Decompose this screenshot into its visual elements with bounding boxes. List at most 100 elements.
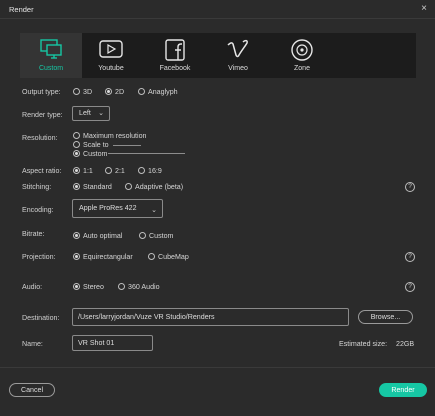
radio-circle (118, 283, 125, 290)
radio-label: Standard (83, 183, 112, 191)
preset-label: Youtube (98, 65, 124, 72)
radio-circle (73, 150, 80, 157)
output-type-label: Output type: (22, 88, 61, 96)
preset-facebook[interactable]: Facebook (144, 33, 206, 78)
radio-label: 2D (115, 88, 125, 96)
help-icon[interactable]: ? (405, 252, 415, 262)
radio-label: Auto optimal (83, 232, 123, 240)
radio-circle (148, 253, 155, 260)
encoding-select[interactable]: Apple ProRes 422 ⌄ (72, 199, 163, 218)
chevron-down-icon: ⌄ (151, 207, 157, 214)
preset-label: Vimeo (228, 65, 248, 72)
help-icon[interactable]: ? (405, 282, 415, 292)
stitching-standard-radio[interactable]: Standard (73, 183, 112, 191)
radio-label: Scale to (83, 141, 109, 149)
radio-circle (73, 88, 80, 95)
radio-circle (125, 183, 132, 190)
youtube-icon (99, 40, 123, 58)
output-type-anaglyph-radio[interactable]: Anaglyph (138, 88, 178, 96)
radio-circle (73, 183, 80, 190)
name-label: Name: (22, 340, 43, 348)
output-type-2d-radio[interactable]: 2D (105, 88, 124, 96)
radio-label: Stereo (83, 283, 104, 291)
preset-zone[interactable]: Zone (271, 33, 333, 78)
preset-label: Facebook (159, 65, 191, 72)
radio-circle (138, 167, 145, 174)
render-button[interactable]: Render (379, 383, 427, 397)
destination-label: Destination: (22, 314, 60, 322)
radio-label: Equirectangular (83, 253, 133, 261)
cancel-button[interactable]: Cancel (9, 383, 55, 397)
close-icon[interactable]: × (421, 3, 427, 14)
audio-stereo-radio[interactable]: Stereo (73, 283, 104, 291)
estimated-size-label: Estimated size: (339, 340, 388, 348)
window-title: Render (9, 5, 34, 14)
preset-label: Zone (294, 65, 310, 72)
radio-label: Custom (83, 150, 108, 158)
radio-circle (73, 283, 80, 290)
preset-youtube[interactable]: Youtube (80, 33, 142, 78)
radio-label: Custom (149, 232, 174, 240)
radio-label: Maximum resolution (83, 132, 147, 140)
aspect-ratio-1-1-radio[interactable]: 1:1 (73, 167, 93, 175)
help-icon[interactable]: ? (405, 182, 415, 192)
title-bar: Render × (0, 0, 435, 19)
aspect-ratio-16-9-radio[interactable]: 16:9 (138, 167, 162, 175)
radio-circle (73, 167, 80, 174)
radio-label: 360 Audio (128, 283, 160, 291)
output-type-3d-radio[interactable]: 3D (73, 88, 92, 96)
encoding-label: Encoding: (22, 206, 54, 214)
radio-label: 2:1 (115, 167, 125, 175)
render-type-label: Render type: (22, 111, 63, 119)
projection-equirectangular-radio[interactable]: Equirectangular (73, 253, 133, 261)
bitrate-label: Bitrate: (22, 230, 45, 238)
preset-label: Custom (38, 65, 64, 72)
audio-label: Audio: (22, 283, 43, 291)
radio-circle (73, 232, 80, 239)
name-field[interactable]: VR Shot 01 (72, 335, 153, 351)
radio-label: 1:1 (83, 167, 93, 175)
chevron-down-icon: ⌄ (98, 110, 104, 117)
browse-button[interactable]: Browse... (358, 310, 413, 324)
footer-divider (0, 367, 435, 368)
resolution-label: Resolution: (22, 134, 58, 142)
radio-circle (73, 141, 80, 148)
resolution-scale-radio[interactable]: Scale to (73, 141, 109, 149)
scale-slider-track[interactable] (113, 145, 141, 146)
facebook-icon (165, 39, 185, 61)
render-type-value: Left (79, 109, 91, 117)
stitching-adaptive-radio[interactable]: Adaptive (beta) (125, 183, 183, 191)
render-type-select[interactable]: Left ⌄ (72, 106, 110, 121)
aspect-ratio-2-1-radio[interactable]: 2:1 (105, 167, 125, 175)
projection-label: Projection: (22, 253, 56, 261)
radio-circle (73, 253, 80, 260)
radio-circle (105, 167, 112, 174)
radio-label: CubeMap (158, 253, 189, 261)
radio-circle (105, 88, 112, 95)
bitrate-custom-radio[interactable]: Custom (139, 232, 173, 240)
radio-label: Adaptive (beta) (135, 183, 184, 191)
resolution-custom-radio[interactable]: Custom (73, 150, 107, 158)
bitrate-auto-radio[interactable]: Auto optimal (73, 232, 122, 240)
stitching-label: Stitching: (22, 183, 52, 191)
preset-bar: Custom Youtube Facebook Vimeo Zone (20, 33, 416, 78)
radio-label: Anaglyph (148, 88, 178, 96)
radio-label: 3D (83, 88, 93, 96)
projection-cubemap-radio[interactable]: CubeMap (148, 253, 189, 261)
estimated-size-value: 22GB (396, 340, 415, 348)
radio-circle (73, 132, 80, 139)
radio-label: 16:9 (148, 167, 162, 175)
zone-icon (291, 39, 313, 61)
aspect-ratio-label: Aspect ratio: (22, 167, 62, 175)
encoding-value: Apple ProRes 422 (79, 204, 137, 212)
vimeo-icon (227, 39, 248, 58)
destination-field[interactable]: /Users/larryjordan/Vuze VR Studio/Render… (72, 308, 349, 326)
radio-circle (138, 88, 145, 95)
resolution-maximum-radio[interactable]: Maximum resolution (73, 132, 146, 140)
custom-resolution-slider-track[interactable] (108, 153, 185, 154)
audio-360-radio[interactable]: 360 Audio (118, 283, 160, 291)
preset-custom[interactable]: Custom (20, 33, 82, 78)
radio-circle (139, 232, 146, 239)
monitor-icon (40, 39, 62, 59)
preset-vimeo[interactable]: Vimeo (207, 33, 269, 78)
